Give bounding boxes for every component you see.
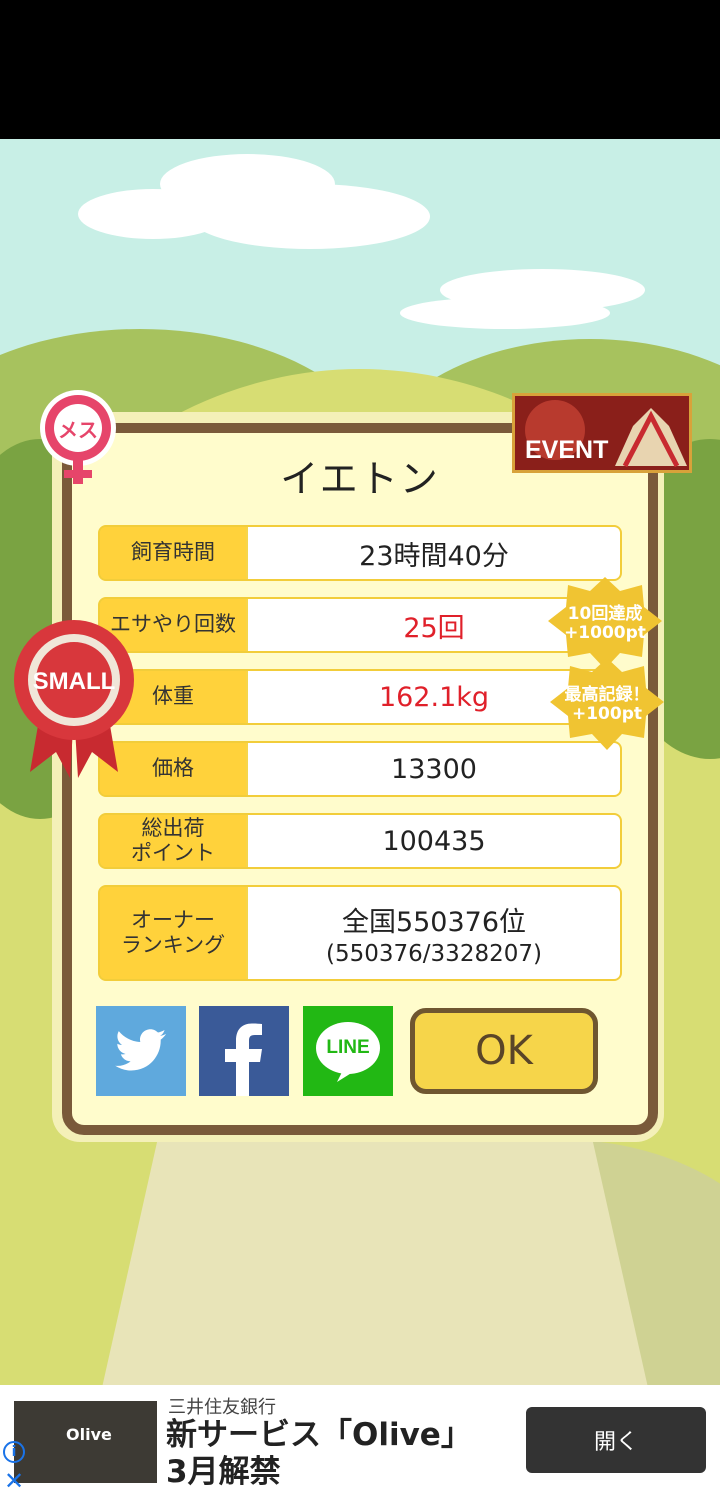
bonus-badge-line1: 10回達成	[567, 604, 643, 624]
twitter-share-button[interactable]	[96, 1006, 186, 1096]
stat-value: 全国550376位 (550376/3328207)	[248, 887, 620, 979]
line-logo-text: LINE	[326, 1037, 370, 1058]
bonus-badge-record: 最高記録！ +100pt	[548, 656, 666, 752]
stat-label: 飼育時間	[100, 527, 246, 579]
stat-row-weight: 体重 162.1kg	[98, 669, 622, 725]
stat-row-price: 価格 13300	[98, 741, 622, 797]
ad-headline-line2: 3月解禁	[166, 1454, 281, 1491]
female-gender-icon: メス	[36, 388, 120, 486]
event-badge: EVENT	[512, 393, 692, 473]
stat-value: 100435	[248, 815, 620, 867]
event-label: EVENT	[525, 436, 609, 464]
bonus-badge-line2: +100pt	[571, 704, 643, 724]
size-label: SMALL	[32, 668, 116, 695]
ad-thumbnail-logo: Olive	[66, 1425, 112, 1444]
size-ribbon-icon: SMALL	[12, 612, 136, 778]
ad-info-icon[interactable]: i	[3, 1441, 25, 1463]
ad-thumbnail[interactable]: Olive	[14, 1401, 157, 1483]
bonus-badge-line1: 最高記録！	[564, 685, 650, 705]
stat-row-raising-time: 飼育時間 23時間40分	[98, 525, 622, 581]
line-share-button[interactable]: LINE	[303, 1006, 393, 1096]
stat-row-feed-count: エサやり回数 25回	[98, 597, 622, 653]
ad-headline-line1: 新サービス「Olive」	[166, 1417, 472, 1453]
ok-button[interactable]: OK	[410, 1008, 598, 1094]
gender-label: メス	[58, 418, 98, 442]
ad-headline[interactable]: 新サービス「Olive」 3月解禁	[166, 1417, 472, 1491]
facebook-f-icon	[225, 1023, 262, 1096]
ad-open-button[interactable]: 開く	[526, 1407, 706, 1473]
stat-label: オーナー ランキング	[100, 887, 246, 979]
stat-row-owner-ranking: オーナー ランキング 全国550376位 (550376/3328207)	[98, 885, 622, 981]
ad-banner[interactable]: Olive 三井住友銀行 新サービス「Olive」 3月解禁 開く i ✕	[0, 1385, 720, 1496]
stat-value: 23時間40分	[248, 527, 620, 579]
twitter-bird-icon	[115, 1029, 166, 1071]
bonus-badge-line2: +1000pt	[564, 623, 646, 643]
stat-row-shipping-points: 総出荷 ポイント 100435	[98, 813, 622, 869]
status-bar-area	[0, 0, 720, 139]
facebook-share-button[interactable]	[199, 1006, 289, 1096]
stat-label: 総出荷 ポイント	[100, 815, 246, 867]
ad-advertiser: 三井住友銀行	[168, 1397, 276, 1418]
ad-close-icon[interactable]: ✕	[4, 1467, 24, 1495]
